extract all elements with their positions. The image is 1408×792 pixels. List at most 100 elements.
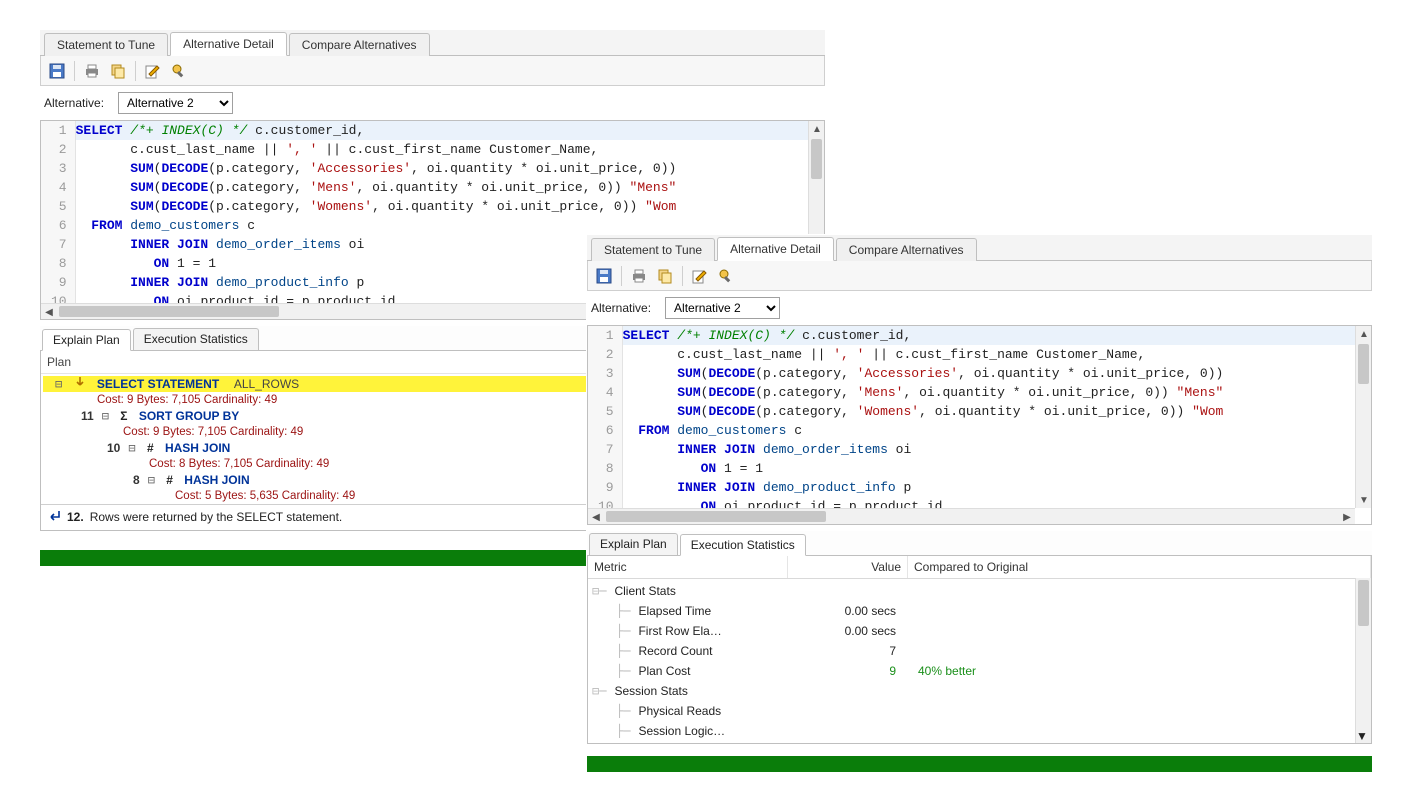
scroll-thumb[interactable] <box>1358 344 1369 384</box>
scroll-thumb[interactable] <box>811 139 822 179</box>
edit-button[interactable] <box>688 264 712 288</box>
scroll-down-icon[interactable]: ▼ <box>1356 492 1372 508</box>
stats-row[interactable]: ├─Session Logic… <box>592 721 1371 741</box>
stats-metric: Session Logic… <box>638 721 725 741</box>
tab-statement-to-tune[interactable]: Statement to Tune <box>44 33 168 56</box>
code-line[interactable]: FROM demo_customers c <box>623 421 1371 440</box>
stats-compared <box>912 621 1371 641</box>
print-button[interactable] <box>80 59 104 83</box>
line-number: 6 <box>51 216 67 235</box>
code-line[interactable]: c.cust_last_name || ', ' || c.cust_first… <box>623 345 1371 364</box>
line-number: 5 <box>598 402 614 421</box>
tab-statement-to-tune[interactable]: Statement to Tune <box>591 238 715 261</box>
scroll-right-icon[interactable]: ▶ <box>1339 509 1355 525</box>
line-number: 9 <box>51 273 67 292</box>
code-line[interactable]: SUM(DECODE(p.category, 'Accessories', oi… <box>76 159 824 178</box>
stats-metric: Record Count <box>638 641 712 661</box>
stats-vscrollbar[interactable]: ▲ ▼ <box>1355 578 1371 743</box>
line-number: 9 <box>598 478 614 497</box>
tab-compare-alternatives[interactable]: Compare Alternatives <box>289 33 430 56</box>
tune-button[interactable] <box>167 59 191 83</box>
stats-metric: Physical Reads <box>638 701 721 721</box>
collapse-icon[interactable]: ⊟ <box>102 408 109 424</box>
alternative-select[interactable]: Alternative 2 <box>118 92 233 114</box>
line-number: 3 <box>598 364 614 383</box>
code-line[interactable]: SUM(DECODE(p.category, 'Womens', oi.quan… <box>623 402 1371 421</box>
scroll-thumb[interactable] <box>1358 580 1369 626</box>
stats-row[interactable]: ├─First Row Ela…0.00 secs <box>592 621 1371 641</box>
subtab-explain-plan[interactable]: Explain Plan <box>589 533 678 555</box>
stats-col-metric[interactable]: Metric <box>588 556 788 578</box>
stats-group[interactable]: ⊟─Client Stats <box>592 581 1371 601</box>
line-number: 1 <box>51 121 67 140</box>
edit-button[interactable] <box>141 59 165 83</box>
tab-compare-alternatives[interactable]: Compare Alternatives <box>836 238 977 261</box>
code-line[interactable]: INNER JOIN demo_product_info p <box>623 478 1371 497</box>
code-line[interactable]: SELECT /*+ INDEX(C) */ c.customer_id, <box>623 326 1371 345</box>
lower-subtabs-right: Explain Plan Execution Statistics <box>587 531 1372 556</box>
scroll-up-icon[interactable]: ▲ <box>1356 326 1372 342</box>
stats-col-value[interactable]: Value <box>788 556 908 578</box>
print-button[interactable] <box>627 264 651 288</box>
editor-vscrollbar[interactable]: ▲ ▼ <box>1355 326 1371 508</box>
tab-alternative-detail[interactable]: Alternative Detail <box>717 237 834 261</box>
code-line[interactable]: FROM demo_customers c <box>76 216 824 235</box>
stats-compared: 40% better <box>912 661 1371 681</box>
stats-value: 7 <box>792 641 912 661</box>
stats-metric: Elapsed Time <box>638 601 711 621</box>
line-number: 2 <box>598 345 614 364</box>
stats-group[interactable]: ⊟─Session Stats <box>592 681 1371 701</box>
stats-compared <box>912 701 1371 721</box>
footer-bar-right <box>587 756 1372 772</box>
stats-row[interactable]: ├─Elapsed Time0.00 secs <box>592 601 1371 621</box>
alternative-select[interactable]: Alternative 2 <box>665 297 780 319</box>
stats-value: 0.00 secs <box>792 601 912 621</box>
subtab-explain-plan[interactable]: Explain Plan <box>42 329 131 351</box>
code-line[interactable]: SUM(DECODE(p.category, 'Womens', oi.quan… <box>76 197 824 216</box>
hscroll-thumb[interactable] <box>59 306 279 317</box>
copy-button[interactable] <box>106 59 130 83</box>
stats-row[interactable]: ├─Plan Cost940% better <box>592 661 1371 681</box>
save-button[interactable] <box>592 264 616 288</box>
stats-row[interactable]: ├─Physical Reads <box>592 701 1371 721</box>
stats-compared <box>912 721 1371 741</box>
stats-rows[interactable]: ⊟─Client Stats├─Elapsed Time0.00 secs├─F… <box>588 579 1371 743</box>
save-button[interactable] <box>45 59 69 83</box>
sql-editor-right[interactable]: 12345678910 SELECT /*+ INDEX(C) */ c.cus… <box>587 325 1372 525</box>
line-number: 7 <box>598 440 614 459</box>
collapse-icon[interactable]: ⊟ <box>128 440 135 456</box>
stats-col-compared[interactable]: Compared to Original <box>908 556 1371 578</box>
code-line[interactable]: SUM(DECODE(p.category, 'Mens', oi.quanti… <box>623 383 1371 402</box>
plan-op-icon: # <box>166 472 173 488</box>
tune-button[interactable] <box>714 264 738 288</box>
code-line[interactable]: ON 1 = 1 <box>623 459 1371 478</box>
line-number: 8 <box>51 254 67 273</box>
collapse-icon[interactable]: ⊟ <box>148 472 155 488</box>
code-line[interactable]: INNER JOIN demo_order_items oi <box>623 440 1371 459</box>
step-return-icon <box>47 508 61 525</box>
scroll-down-icon[interactable]: ▼ <box>1356 729 1368 743</box>
code-line[interactable]: SUM(DECODE(p.category, 'Accessories', oi… <box>623 364 1371 383</box>
stats-value <box>792 701 912 721</box>
subtab-execution-statistics[interactable]: Execution Statistics <box>133 328 259 350</box>
top-tabstrip-right: Statement to Tune Alternative Detail Com… <box>587 235 1372 261</box>
subtab-execution-statistics[interactable]: Execution Statistics <box>680 534 806 556</box>
code-line[interactable]: SELECT /*+ INDEX(C) */ c.customer_id, <box>76 121 824 140</box>
right-panel: Statement to Tune Alternative Detail Com… <box>587 235 1372 744</box>
alternative-row-right: Alternative: Alternative 2 <box>587 291 1372 325</box>
scroll-up-icon[interactable]: ▲ <box>809 121 825 137</box>
code-line[interactable]: SUM(DECODE(p.category, 'Mens', oi.quanti… <box>76 178 824 197</box>
stats-row[interactable]: ├─Record Count7 <box>592 641 1371 661</box>
scroll-left-icon[interactable]: ◀ <box>588 509 604 525</box>
copy-button[interactable] <box>653 264 677 288</box>
hscroll-thumb[interactable] <box>606 511 826 522</box>
plan-op-icon: # <box>147 440 154 456</box>
code-line[interactable]: c.cust_last_name || ', ' || c.cust_first… <box>76 140 824 159</box>
tab-alternative-detail[interactable]: Alternative Detail <box>170 32 287 56</box>
scroll-left-icon[interactable]: ◀ <box>41 304 57 320</box>
collapse-icon[interactable]: ⊟ <box>55 376 62 392</box>
stats-value: 0.00 secs <box>792 621 912 641</box>
toolbar-right <box>587 261 1372 291</box>
editor-hscrollbar[interactable]: ◀ ▶ <box>588 508 1355 524</box>
stats-compared <box>912 641 1371 661</box>
